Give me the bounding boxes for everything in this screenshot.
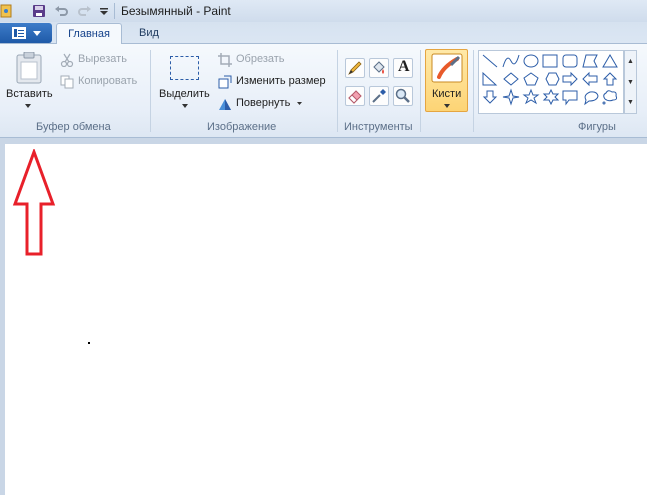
oval-shape[interactable] bbox=[523, 54, 539, 68]
down-arrow-shape[interactable] bbox=[482, 90, 498, 104]
shapes-expand-button[interactable]: ▼ bbox=[625, 92, 636, 113]
tab-view[interactable]: Вид bbox=[125, 23, 173, 45]
shapes-scrollbar: ▲ ▼ ▼ bbox=[624, 50, 637, 114]
five-point-star-shape[interactable] bbox=[522, 88, 540, 105]
window-title: Безымянный - Paint bbox=[121, 4, 231, 18]
eraser-icon bbox=[348, 90, 362, 104]
hexagon-shape[interactable] bbox=[545, 72, 560, 86]
color-picker-icon bbox=[372, 89, 386, 103]
rotate-button[interactable]: Повернуть bbox=[218, 96, 308, 112]
rotate-label: Повернуть bbox=[236, 97, 291, 109]
crop-button[interactable]: Обрезать bbox=[218, 52, 318, 68]
select-label: Выделить bbox=[159, 88, 210, 100]
magnifier-tool[interactable] bbox=[393, 86, 413, 106]
pentagon-shape[interactable] bbox=[523, 72, 539, 86]
chevron-down-icon bbox=[182, 104, 188, 108]
left-arrow-shape[interactable] bbox=[582, 71, 598, 87]
rectangle-shape[interactable] bbox=[542, 54, 558, 68]
rectangular-callout-shape[interactable] bbox=[562, 90, 578, 106]
cut-button[interactable]: Вырезать bbox=[60, 52, 152, 68]
resize-label: Изменить размер bbox=[236, 75, 326, 87]
color-picker-tool[interactable] bbox=[369, 86, 389, 106]
red-up-arrow-annotation bbox=[12, 149, 56, 256]
paint-menu-icon bbox=[12, 27, 26, 39]
title-bar: Безымянный - Paint bbox=[0, 0, 647, 22]
redo-icon[interactable] bbox=[76, 3, 92, 19]
shapes-gallery bbox=[478, 50, 624, 114]
canvas-dot bbox=[88, 342, 90, 344]
magnifier-icon bbox=[395, 88, 410, 103]
oval-callout-shape[interactable] bbox=[584, 91, 599, 106]
chevron-down-icon bbox=[25, 104, 31, 108]
curve-shape[interactable] bbox=[502, 54, 520, 68]
paste-button[interactable]: Вставить bbox=[6, 50, 53, 108]
drawing-canvas[interactable] bbox=[5, 144, 647, 495]
eraser-tool[interactable] bbox=[345, 86, 365, 106]
tab-home[interactable]: Главная bbox=[56, 23, 122, 45]
brushes-label: Кисти bbox=[432, 88, 462, 100]
fill-tool[interactable] bbox=[369, 58, 389, 78]
paint-menu-button[interactable] bbox=[0, 23, 52, 43]
polygon-shape[interactable] bbox=[582, 54, 598, 68]
group-separator bbox=[150, 50, 151, 132]
crop-icon bbox=[218, 53, 232, 67]
pencil-icon bbox=[348, 61, 362, 75]
image-group-label: Изображение bbox=[207, 121, 277, 133]
copy-label: Копировать bbox=[78, 75, 138, 87]
group-separator bbox=[337, 50, 338, 132]
paste-label: Вставить bbox=[6, 88, 53, 100]
save-icon[interactable] bbox=[31, 3, 47, 19]
pencil-tool[interactable] bbox=[345, 58, 365, 78]
paste-icon bbox=[16, 52, 42, 84]
diamond-shape[interactable] bbox=[503, 72, 519, 86]
right-arrow-shape[interactable] bbox=[562, 71, 578, 87]
resize-button[interactable]: Изменить размер bbox=[218, 74, 333, 90]
cloud-callout-shape[interactable] bbox=[602, 90, 618, 105]
triangle-shape[interactable] bbox=[602, 54, 618, 68]
shapes-scroll-up-button[interactable]: ▲ bbox=[625, 51, 636, 72]
tools-group-label: Инструменты bbox=[344, 121, 413, 133]
select-icon bbox=[170, 56, 199, 80]
group-separator bbox=[420, 50, 421, 132]
resize-icon bbox=[218, 75, 232, 89]
customize-qat-icon[interactable] bbox=[96, 3, 112, 19]
clipboard-group-label: Буфер обмена bbox=[36, 121, 111, 133]
rotate-icon bbox=[219, 99, 231, 110]
undo-icon[interactable] bbox=[54, 3, 70, 19]
select-button[interactable]: Выделить bbox=[158, 52, 212, 110]
chevron-down-icon bbox=[444, 104, 450, 108]
chevron-down-icon bbox=[33, 31, 41, 36]
text-icon: A bbox=[398, 58, 410, 75]
shapes-grid bbox=[482, 54, 618, 106]
group-separator bbox=[473, 50, 474, 132]
paint-app-icon bbox=[0, 4, 12, 18]
shapes-scroll-down-button[interactable]: ▼ bbox=[625, 72, 636, 93]
line-shape[interactable] bbox=[482, 54, 498, 68]
right-triangle-shape[interactable] bbox=[482, 71, 498, 86]
copy-button[interactable]: Копировать bbox=[60, 74, 152, 90]
fill-icon bbox=[373, 61, 385, 74]
brushes-button[interactable]: Кисти bbox=[425, 49, 468, 112]
chevron-down-icon bbox=[297, 102, 302, 105]
cut-label: Вырезать bbox=[78, 53, 127, 65]
six-point-star-shape[interactable] bbox=[542, 88, 560, 106]
shapes-group-label: Фигуры bbox=[578, 121, 616, 133]
scissors-icon bbox=[60, 53, 74, 67]
text-tool[interactable]: A bbox=[393, 58, 413, 78]
four-point-star-shape[interactable] bbox=[502, 88, 520, 106]
brush-icon bbox=[431, 53, 463, 83]
up-arrow-shape[interactable] bbox=[602, 72, 618, 86]
copy-icon bbox=[60, 75, 74, 89]
rounded-rectangle-shape[interactable] bbox=[562, 54, 578, 68]
crop-label: Обрезать bbox=[236, 53, 285, 65]
qat-separator bbox=[114, 3, 115, 19]
